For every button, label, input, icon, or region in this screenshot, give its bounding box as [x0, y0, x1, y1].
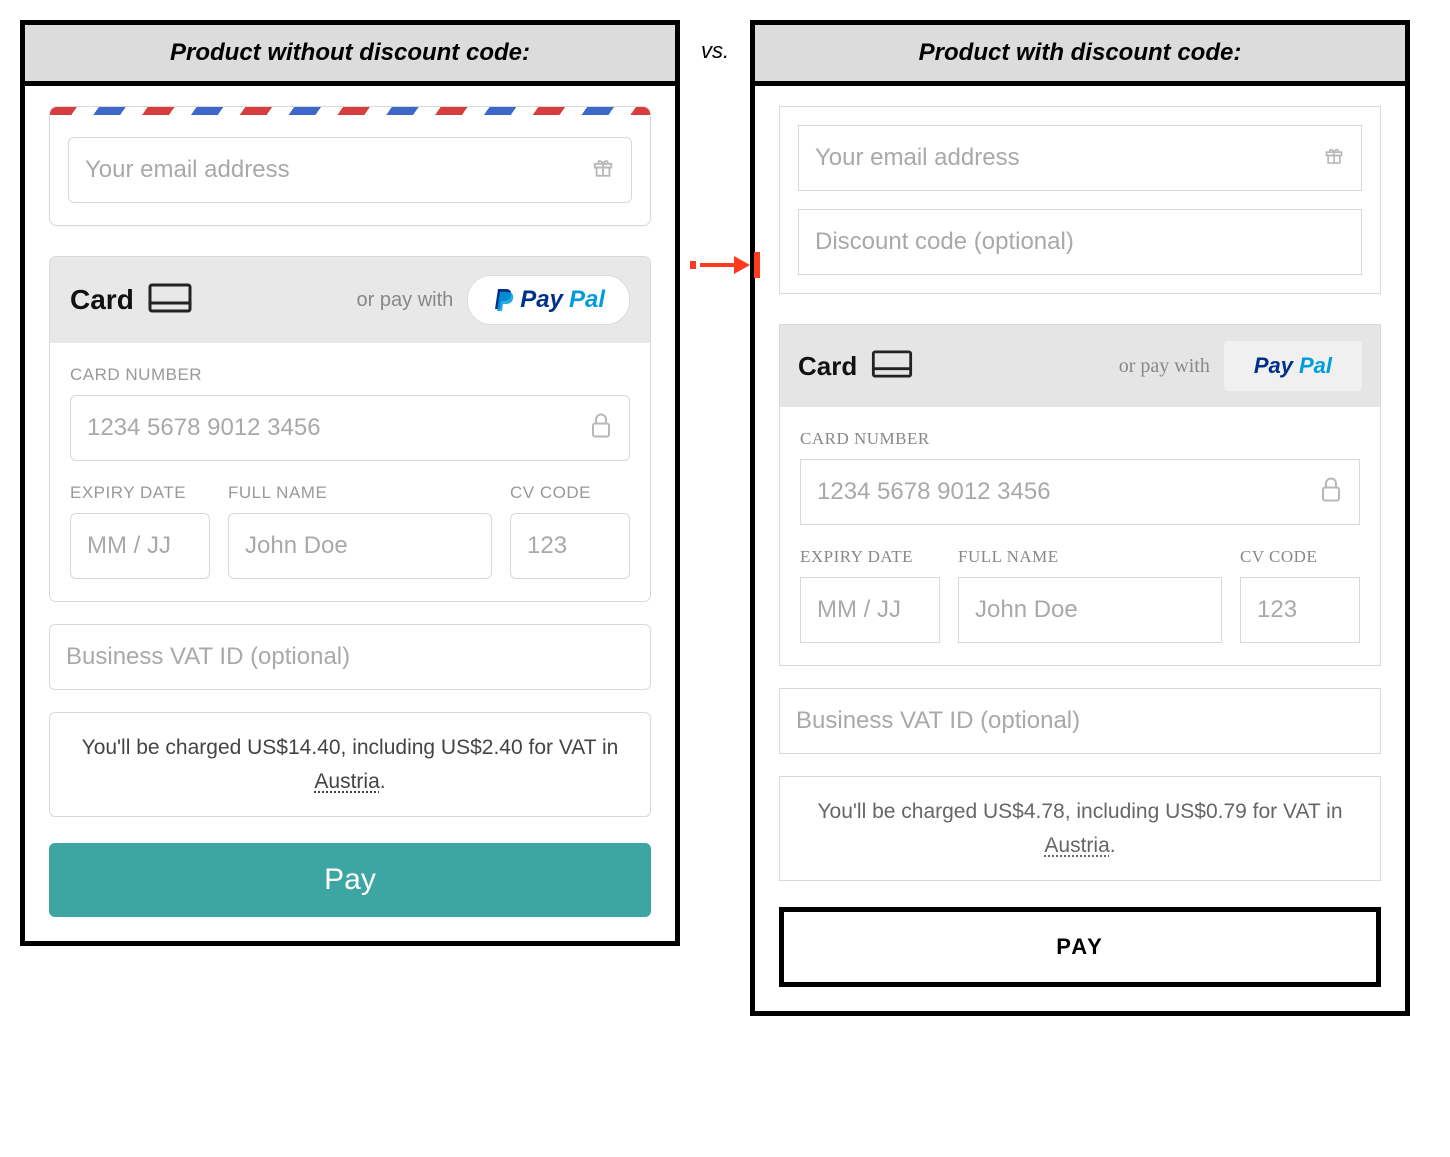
card-panel-header: Card or pay with PayPal [780, 325, 1380, 407]
paypal-text-light: Pal [1299, 353, 1332, 379]
expiry-label: EXPIRY DATE [70, 483, 210, 503]
card-title: Card [798, 351, 857, 382]
card-number-label: CARD NUMBER [70, 365, 630, 385]
fullname-label: FULL NAME [228, 483, 492, 503]
expiry-label: EXPIRY DATE [800, 547, 940, 567]
charge-summary: You'll be charged US$14.40, including US… [49, 712, 651, 817]
expiry-input[interactable] [800, 577, 940, 643]
card-panel: Card or pay with PayPal CARD NUMBER [779, 324, 1381, 666]
discount-code-input[interactable] [798, 209, 1362, 275]
charge-suffix: . [1110, 834, 1116, 857]
fullname-input[interactable] [958, 577, 1222, 643]
email-input[interactable] [68, 137, 632, 203]
email-card [49, 106, 651, 226]
arrow-indicator [690, 250, 762, 280]
comparison-wrapper: Product without discount code: Card [20, 20, 1430, 1016]
paypal-button[interactable]: PayPal [1224, 341, 1362, 391]
card-panel-header: Card or pay with PayPal [50, 257, 650, 343]
email-discount-card [779, 106, 1381, 294]
card-number-input[interactable] [70, 395, 630, 461]
vs-label: vs. [680, 20, 750, 64]
charge-country[interactable]: Austria [1044, 834, 1109, 857]
fullname-input[interactable] [228, 513, 492, 579]
paypal-button[interactable]: PayPal [467, 275, 630, 325]
gift-icon[interactable] [592, 157, 614, 184]
email-input[interactable] [798, 125, 1362, 191]
cv-input[interactable] [510, 513, 630, 579]
card-number-input[interactable] [800, 459, 1360, 525]
paypal-logo-icon [492, 287, 514, 313]
card-panel: Card or pay with PayPal CARD NUMBER [49, 256, 651, 602]
credit-card-icon [871, 350, 913, 383]
charge-summary: You'll be charged US$4.78, including US$… [779, 776, 1381, 881]
cv-label: CV CODE [510, 483, 630, 503]
fullname-label: FULL NAME [958, 547, 1222, 567]
charge-suffix: . [380, 770, 386, 793]
charge-text: You'll be charged US$14.40, including US… [82, 736, 619, 759]
airmail-stripe [50, 107, 650, 115]
pay-button[interactable]: Pay [49, 843, 651, 917]
gift-icon[interactable] [1324, 146, 1344, 171]
card-title: Card [70, 284, 134, 316]
cv-input[interactable] [1240, 577, 1360, 643]
paypal-text-dark: Pay [520, 286, 563, 314]
lock-icon [1320, 477, 1342, 508]
panel-header-right: Product with discount code: [755, 25, 1405, 86]
vat-input[interactable] [49, 624, 651, 690]
charge-text: You'll be charged US$4.78, including US$… [817, 800, 1342, 823]
panel-with-discount: Product with discount code: Card [750, 20, 1410, 1016]
panel-header-left: Product without discount code: [25, 25, 675, 86]
charge-country[interactable]: Austria [314, 770, 379, 793]
paypal-text-dark: Pay [1254, 353, 1293, 379]
lock-icon [590, 413, 612, 444]
card-number-label: CARD NUMBER [800, 429, 1360, 449]
paypal-text-light: Pal [569, 286, 605, 314]
panel-without-discount: Product without discount code: Card [20, 20, 680, 946]
credit-card-icon [148, 283, 192, 318]
or-pay-with-label: or pay with [1119, 355, 1210, 378]
cv-label: CV CODE [1240, 547, 1360, 567]
or-pay-with-label: or pay with [357, 289, 454, 312]
vat-input[interactable] [779, 688, 1381, 754]
expiry-input[interactable] [70, 513, 210, 579]
pay-button[interactable]: PAY [779, 907, 1381, 987]
